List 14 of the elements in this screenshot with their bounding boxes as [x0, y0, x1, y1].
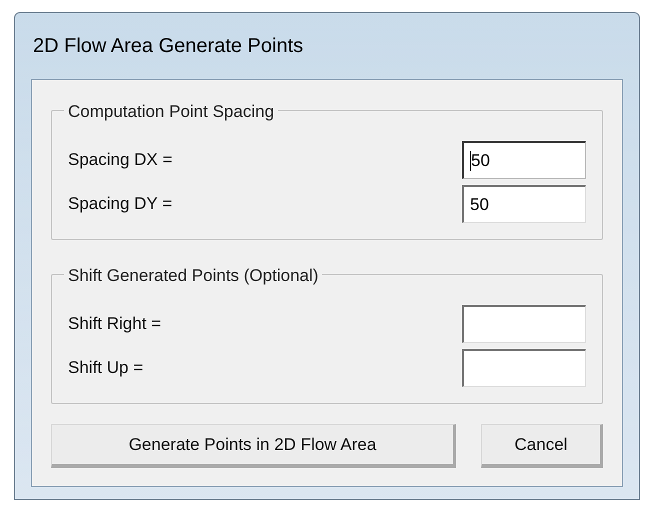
field-label: Shift Right =	[68, 313, 162, 336]
field-label: Shift Up =	[68, 357, 144, 380]
input-field[interactable]: 50	[462, 141, 586, 179]
cancel-button[interactable]: Cancel	[481, 424, 603, 468]
input-field[interactable]	[462, 305, 586, 343]
field-label: Spacing DY =	[68, 193, 172, 216]
generate-button[interactable]: Generate Points in 2D Flow Area	[51, 424, 456, 468]
input-field[interactable]: 50	[462, 185, 586, 223]
window-title: 2D Flow Area Generate Points	[32, 34, 304, 59]
text-caret	[470, 150, 471, 170]
field-label: Spacing DX =	[68, 149, 172, 172]
field-value: 50	[470, 194, 489, 216]
field-value: 50	[471, 150, 490, 172]
input-field[interactable]	[462, 349, 586, 387]
